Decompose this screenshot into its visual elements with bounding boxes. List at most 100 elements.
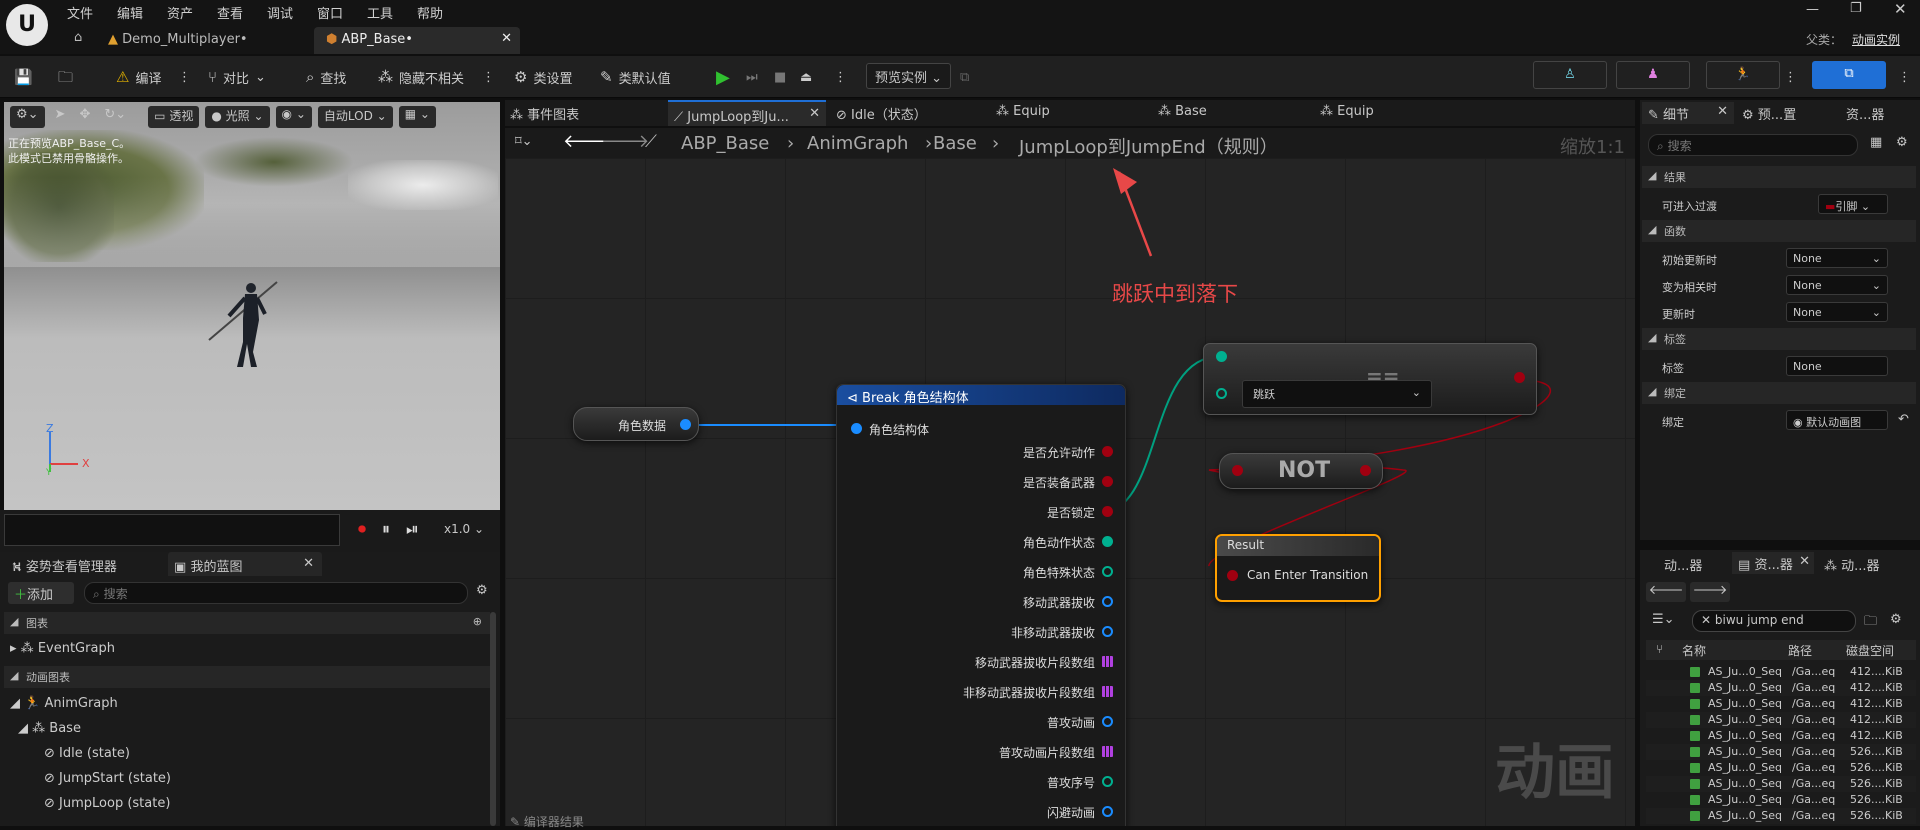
variable-node-character-data[interactable]: 角色数据 (573, 407, 699, 441)
break-output-pin[interactable] (1102, 746, 1113, 757)
break-output-pin[interactable] (1102, 806, 1113, 817)
menu-file[interactable]: 文件 (67, 3, 93, 22)
asset-forward-icon[interactable]: 🡒 (1690, 582, 1730, 602)
screenshot-dropdown[interactable]: ▦ ⌄ (398, 106, 436, 128)
blueprint-mode-button[interactable]: ⧉ (1812, 61, 1886, 89)
pin-not-input[interactable] (1232, 465, 1243, 476)
result-node[interactable]: Result Can Enter Transition (1215, 534, 1381, 602)
browse-icon[interactable]: 🗀 (58, 64, 73, 90)
menu-help[interactable]: 帮助 (417, 3, 443, 22)
tree-anim-graph[interactable]: ◢ 🏃 AnimGraph (10, 696, 118, 711)
tab-pose-watch[interactable]: ⛕ 姿势查看管理器 (6, 552, 170, 576)
grid-view-icon[interactable]: ▦ (1870, 135, 1882, 150)
tab-preview-settings[interactable]: ⚙ 预...置 (1742, 104, 1796, 123)
tag-input[interactable]: None (1786, 356, 1888, 376)
break-output-pin[interactable] (1102, 626, 1113, 637)
table-row[interactable]: AS_Ju...0_Seq/Ga...eq 412....KiB (1646, 680, 1916, 696)
equal-enum-node[interactable]: == 跳跃 ⌄ (1203, 343, 1537, 415)
preview-viewport[interactable]: 正在预览ABP_Base_C。 此模式已禁用骨骼操作。 Z X Y (4, 102, 500, 510)
bookmark-icon[interactable]: ⌑⌄ (515, 134, 533, 149)
lod-dropdown[interactable]: 自动LOD ⌄ (317, 106, 393, 128)
pin-input-b[interactable] (1216, 388, 1227, 399)
mode-options-icon[interactable]: ⋮ (1784, 64, 1797, 90)
bind-dropdown[interactable]: ◉ 默认动画图 (1786, 410, 1888, 430)
clear-filter-icon[interactable]: ✕ (1701, 613, 1711, 627)
pin-input-a[interactable] (1216, 351, 1227, 362)
tree-base[interactable]: ◢ ⁂ Base (18, 721, 81, 736)
section-tag[interactable]: ◢ 标签 (1642, 328, 1916, 350)
menu-edit[interactable]: 编辑 (117, 3, 143, 22)
section-bind[interactable]: ◢ 绑定 (1642, 382, 1916, 404)
tab-idle-state[interactable]: ⊘ Idle（状态） (836, 104, 927, 123)
reset-arrow-icon[interactable]: ↶ (1898, 412, 1909, 427)
close-tab-icon[interactable]: ✕ (303, 556, 314, 571)
folder-icon[interactable]: 🗀 (1864, 612, 1877, 634)
tree-jumpstart-state[interactable]: ⊘ JumpStart (state) (44, 771, 171, 786)
table-row[interactable]: AS_Ju...0_Seq/Ga...eq 526....KiB (1646, 792, 1916, 808)
save-icon[interactable]: 💾 (14, 64, 33, 90)
break-output-pin[interactable] (1102, 776, 1113, 787)
tab-anim-2[interactable]: ⁂ 动...器 (1824, 555, 1880, 574)
pin-can-enter[interactable] (1227, 570, 1238, 581)
column-path[interactable]: 路径 (1788, 642, 1812, 659)
table-row[interactable]: AS_Ju...0_Seq/Ga...eq 412....KiB (1646, 696, 1916, 712)
tab-abp-base[interactable]: ⬢ ABP_Base• ✕ (314, 27, 520, 54)
lighting-dropdown[interactable]: ● 光照 ⌄ (205, 106, 270, 128)
tab-jumploop-transition[interactable]: ⟋ JumpLoop到Ju... ✕ (668, 100, 826, 126)
animation-mode-button[interactable]: 🏃 (1706, 61, 1780, 89)
more-options-icon[interactable]: ⋮ (482, 64, 495, 90)
playback-speed-dropdown[interactable]: x1.0 ⌄ (444, 522, 484, 536)
compile-options-icon[interactable]: ⋮ (178, 64, 191, 90)
class-settings-button[interactable]: ⚙ 类设置 (514, 64, 572, 90)
column-size[interactable]: 磁盘空间 (1846, 642, 1894, 659)
tree-event-graph[interactable]: ▸ ⁂ EventGraph (10, 641, 115, 656)
table-row[interactable]: AS_Ju...0_Seq/Ga...eq 412....KiB (1646, 664, 1916, 680)
became-relevant-dropdown[interactable]: None ⌄ (1786, 275, 1888, 295)
initial-update-dropdown[interactable]: None ⌄ (1786, 248, 1888, 268)
compiler-results-tab[interactable]: ✎ 编译器结果 (510, 813, 584, 830)
column-name[interactable]: 名称 (1682, 642, 1706, 659)
tab-assets[interactable]: 资...器 (1846, 104, 1884, 123)
tab-equip-2[interactable]: ⁂ Equip (1320, 104, 1374, 119)
rotate-icon[interactable]: ↻⌄ (100, 106, 130, 128)
table-row[interactable]: AS_Ju...0_Seq/Ga...eq 412....KiB (1646, 712, 1916, 728)
tab-details[interactable]: ✎ 细节 ✕ (1642, 102, 1734, 124)
tree-idle-state[interactable]: ⊘ Idle (state) (44, 746, 130, 761)
skeleton-mode-button[interactable]: ♙ (1533, 61, 1607, 89)
breadcrumb-abp-base[interactable]: ABP_Base (681, 133, 769, 154)
not-node[interactable]: NOT (1219, 453, 1383, 489)
restore-icon[interactable]: ❐ (1850, 1, 1862, 16)
break-output-pin[interactable] (1102, 476, 1113, 487)
graphs-section-header[interactable]: ◢ 图表 ⊕ (4, 612, 490, 634)
play-options-icon[interactable]: ⋮ (834, 64, 847, 90)
break-output-pin[interactable] (1102, 656, 1113, 667)
diff-button[interactable]: ⑂ 对比 ⌄ (208, 64, 266, 90)
tab-demo-multiplayer[interactable]: ▲ Demo_Multiplayer• (96, 27, 260, 54)
menu-tools[interactable]: 工具 (367, 3, 393, 22)
break-output-pin[interactable] (1102, 566, 1113, 577)
break-output-pin[interactable] (1102, 446, 1113, 457)
home-icon[interactable]: ⌂ (74, 30, 82, 45)
pause-icon[interactable]: ⏸ (382, 519, 390, 539)
menu-window[interactable]: 窗口 (317, 3, 343, 22)
break-output-pin[interactable] (1102, 686, 1113, 697)
pin-output-struct[interactable] (680, 419, 691, 430)
pin-output-bool[interactable] (1514, 372, 1525, 383)
menu-debug[interactable]: 调试 (267, 3, 293, 22)
timeline-scrubber[interactable] (4, 514, 340, 546)
table-row[interactable]: AS_Ju...0_Seq/Ga...eq 526....KiB (1646, 808, 1916, 824)
mesh-mode-button[interactable]: ♟ (1616, 61, 1690, 89)
break-output-pin[interactable] (1102, 596, 1113, 607)
blueprint-search-input[interactable]: ⌕ 搜索 (84, 582, 468, 604)
move-icon[interactable]: ✥ (75, 106, 94, 128)
minimize-icon[interactable]: — (1806, 2, 1819, 17)
asset-settings-icon[interactable]: ⚙ (1890, 612, 1902, 627)
breadcrumb-animgraph[interactable]: AnimGraph (807, 133, 908, 154)
filter-icon[interactable]: ☰⌄ (1652, 612, 1675, 627)
section-result[interactable]: ◢ 结果 (1642, 166, 1916, 188)
add-button[interactable]: ＋添加 (8, 582, 74, 604)
blueprint-options-icon[interactable]: ⋮ (1898, 64, 1911, 90)
pin-not-output[interactable] (1360, 465, 1371, 476)
step-icon[interactable]: ⏭ (746, 64, 758, 90)
close-tab-icon[interactable]: ✕ (1799, 554, 1810, 569)
